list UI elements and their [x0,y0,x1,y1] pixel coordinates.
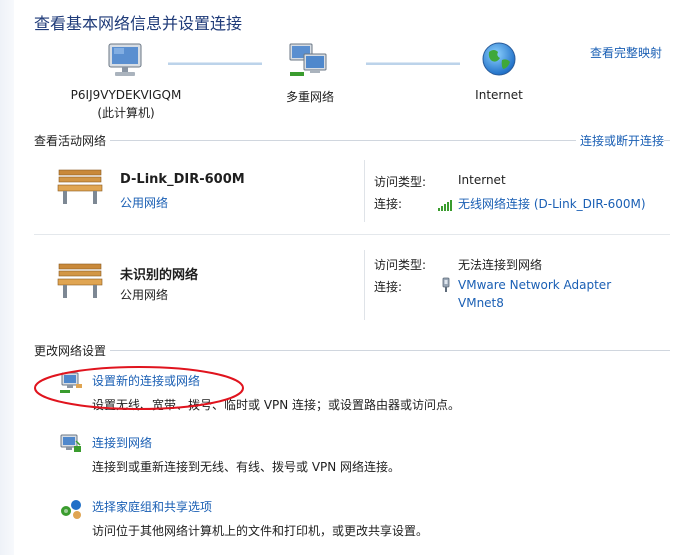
internet-label: Internet [475,88,523,102]
connection-line-2 [366,62,460,65]
multi-network-icon[interactable] [286,42,334,80]
network-2-separator [364,250,365,320]
active-networks-divider [34,140,670,141]
network-1-connection-link[interactable]: 无线网络连接 (D-Link_DIR-600M) [458,195,646,212]
network-2-access-type-value: 无法连接到网络 [458,258,543,272]
connect-network-icon[interactable] [58,432,84,456]
networks-divider [34,234,670,235]
multi-network-label: 多重网络 [285,90,334,104]
network-1-name: D-Link_DIR-600M [120,172,245,187]
connect-network-desc: 连接到或重新连接到无线、有线、拨号或 VPN 网络连接。 [92,460,401,474]
homegroup-icon[interactable] [58,496,84,520]
bench-icon[interactable] [56,166,104,206]
change-settings-label: 更改网络设置 [34,342,111,359]
network-2-name: 未识别的网络 [120,268,199,283]
wifi-signal-icon [438,197,454,211]
network-1-access-type-label: 访问类型: [374,175,427,189]
network-2-access-type-label: 访问类型: [374,258,427,272]
view-full-map-link[interactable]: 查看完整映射 [590,44,662,61]
page-title: 查看基本网络信息并设置连接 [34,14,243,33]
network-adapter-icon [440,277,452,293]
internet-globe-icon[interactable] [480,40,518,78]
network-2-category: 公用网络 [120,288,169,302]
network-1-category-link[interactable]: 公用网络 [120,194,168,211]
homegroup-link[interactable]: 选择家庭组和共享选项 [92,498,212,515]
connection-line-1 [168,62,262,65]
network-1-access-type-value: Internet [458,173,506,187]
computer-name-label: P6IJ9VYDEKVIGQM [70,88,182,102]
connect-network-link[interactable]: 连接到网络 [92,434,152,451]
change-settings-divider [34,350,670,351]
red-annotation-ellipse [34,366,244,410]
computer-sub-label: (此计算机) [97,106,155,120]
bench-icon [56,260,104,300]
network-1-separator [364,160,365,222]
network-2-connection-link-line2[interactable]: VMnet8 [458,296,504,310]
left-panel-strip [0,0,14,555]
active-networks-label: 查看活动网络 [34,132,111,149]
computer-icon[interactable] [106,42,146,80]
network-2-connection-link[interactable]: VMware Network Adapter [458,278,611,292]
connect-disconnect-link[interactable]: 连接或断开连接 [576,132,665,149]
homegroup-desc: 访问位于其他网络计算机上的文件和打印机，或更改共享设置。 [92,524,429,538]
